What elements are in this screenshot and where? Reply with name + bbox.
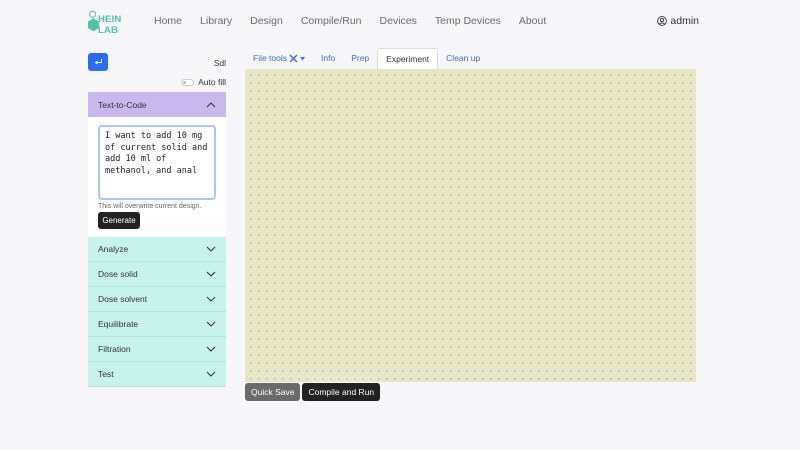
accordion-list: Analyze Dose solid Dose solvent Equilibr… <box>88 237 226 387</box>
nav-about[interactable]: About <box>519 15 546 27</box>
prompt-textarea[interactable] <box>98 125 216 200</box>
sdl-label: Sdl <box>213 58 226 68</box>
tools-icon <box>289 54 298 63</box>
accordion-label: Text-to-Code <box>98 99 147 110</box>
logo[interactable]: HEIN LAB <box>87 8 141 36</box>
nav-design[interactable]: Design <box>250 15 283 27</box>
accordion-label: Filtration <box>98 344 131 354</box>
nav-temp-devices[interactable]: Temp Devices <box>435 15 501 27</box>
user-name: admin <box>670 15 699 27</box>
quick-save-button[interactable]: Quick Save <box>245 383 301 401</box>
accordion-text-to-code[interactable]: Text-to-Code <box>88 92 226 117</box>
chevron-down-icon <box>206 371 216 377</box>
accordion-label: Analyze <box>98 244 129 254</box>
accordion-dose-solid[interactable]: Dose solid <box>88 262 226 287</box>
tab-prep[interactable]: Prep <box>343 48 377 69</box>
caret-down-icon <box>300 56 306 60</box>
chevron-down-icon <box>206 321 216 327</box>
back-button[interactable] <box>88 53 108 71</box>
file-tools-label: File tools <box>253 53 288 63</box>
tab-experiment[interactable]: Experiment <box>377 48 439 69</box>
accordion-label: Test <box>98 369 114 379</box>
accordion-test[interactable]: Test <box>88 362 226 387</box>
return-arrow-icon <box>94 59 102 65</box>
accordion-filtration[interactable]: Filtration <box>88 337 226 362</box>
accordion-analyze[interactable]: Analyze <box>88 237 226 262</box>
user-menu[interactable]: admin <box>657 15 699 27</box>
chevron-down-icon <box>206 346 216 352</box>
main-nav: Home Library Design Compile/Run Devices … <box>154 15 564 27</box>
navbar: HEIN LAB Home Library Design Compile/Run… <box>0 0 800 44</box>
chevron-down-icon <box>206 296 216 302</box>
nav-devices[interactable]: Devices <box>380 15 417 27</box>
file-tools-dropdown[interactable]: File tools <box>245 48 313 69</box>
text-to-code-panel: This will overwrite current design. Gene… <box>88 117 226 236</box>
autofill-toggle[interactable]: Auto fill <box>181 77 226 87</box>
autofill-switch[interactable] <box>181 78 195 86</box>
logo-text: HEIN LAB <box>97 14 122 36</box>
chevron-down-icon <box>206 246 216 252</box>
workflow-tabs: File tools Info Prep Experiment Clean up <box>245 48 488 69</box>
accordion-equilibrate[interactable]: Equilibrate <box>88 312 226 337</box>
accordion-label: Dose solid <box>98 269 138 279</box>
accordion-label: Dose solvent <box>98 294 148 304</box>
generate-button[interactable]: Generate <box>98 212 140 229</box>
chevron-up-icon <box>206 101 216 107</box>
autofill-label: Auto fill <box>198 77 226 87</box>
nav-library[interactable]: Library <box>200 15 232 27</box>
action-buttons: Quick Save Compile and Run <box>245 383 381 401</box>
nav-compile-run[interactable]: Compile/Run <box>301 15 362 27</box>
tab-clean-up[interactable]: Clean up <box>438 48 488 69</box>
user-circle-icon <box>657 16 668 26</box>
design-canvas[interactable] <box>245 69 696 382</box>
accordion-label: Equilibrate <box>98 319 139 329</box>
tab-info[interactable]: Info <box>313 48 343 69</box>
chevron-down-icon <box>206 271 216 277</box>
compile-and-run-button[interactable]: Compile and Run <box>302 383 381 401</box>
nav-home[interactable]: Home <box>154 15 182 27</box>
accordion-dose-solvent[interactable]: Dose solvent <box>88 287 226 312</box>
overwrite-warning: This will overwrite current design. <box>98 203 202 210</box>
